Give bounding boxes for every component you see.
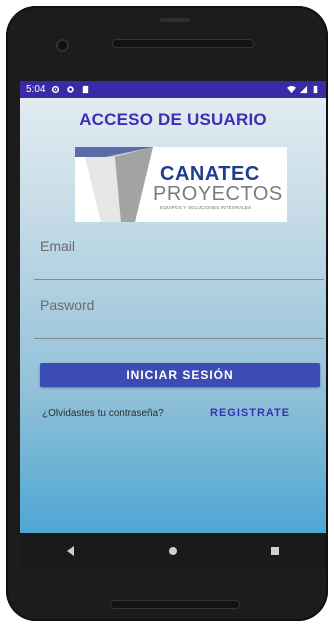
password-field[interactable] (34, 311, 326, 339)
front-camera (56, 39, 69, 52)
android-nav-bar (20, 533, 326, 569)
home-button[interactable] (163, 541, 183, 561)
email-field[interactable] (34, 253, 326, 281)
status-bar: 5:04 (20, 81, 326, 98)
password-underline (34, 338, 324, 339)
gear-icon (52, 85, 60, 94)
phone-frame: 5:04 ACCESO DE USUARIO CANATEC PROYECTOS… (6, 6, 328, 621)
app-screen: 5:04 ACCESO DE USUARIO CANATEC PROYECTOS… (20, 81, 326, 533)
status-time: 5:04 (26, 84, 46, 95)
wifi-icon (287, 85, 296, 94)
logo-proyectos: PROYECTOS (153, 183, 283, 205)
top-sensor (160, 18, 190, 22)
company-logo: CANATEC PROYECTOS EQUIPOS Y SOLUCIONES I… (75, 147, 287, 222)
signal-icon (299, 85, 308, 94)
earpiece-speaker (112, 39, 254, 48)
recents-button[interactable] (265, 541, 285, 561)
bottom-speaker (110, 600, 240, 609)
battery-icon (313, 85, 318, 94)
sd-card-icon (83, 85, 89, 94)
email-label: Email (40, 238, 76, 254)
logo-tagline: EQUIPOS Y SOLUCIONES INTEGRALES (160, 205, 252, 210)
back-icon (67, 546, 74, 556)
recents-icon (271, 547, 279, 555)
login-button[interactable]: INICIAR SESIÓN (40, 363, 320, 387)
home-icon (169, 547, 177, 555)
register-link[interactable]: REGISTRATE (210, 407, 290, 419)
page-title: ACCESO DE USUARIO (79, 110, 267, 129)
back-button[interactable] (61, 541, 81, 561)
phone-top-bezel (6, 6, 328, 78)
email-underline (34, 279, 324, 280)
forgot-password-link[interactable]: ¿Olvidastes tu contraseña? (42, 408, 164, 419)
shield-icon (67, 86, 75, 93)
